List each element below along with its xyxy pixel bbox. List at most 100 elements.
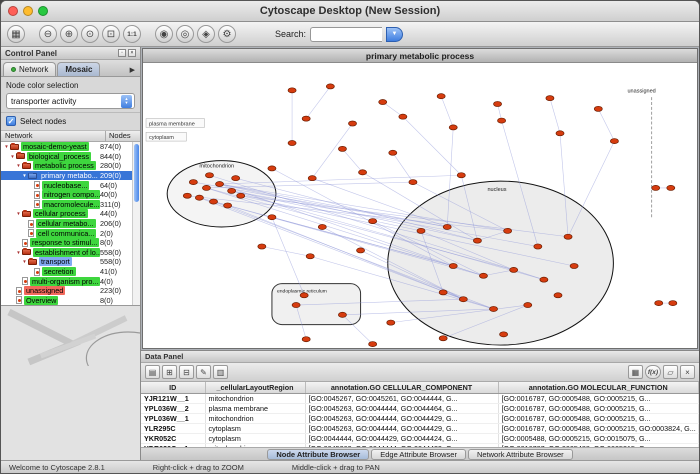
network-view-icon[interactable]: ◉ <box>155 25 173 43</box>
tree-item-transport[interactable]: ▼transport558(0) <box>1 257 132 267</box>
graph-node[interactable] <box>409 180 417 185</box>
graph-node[interactable] <box>510 267 518 272</box>
column-header-cellularlayoutregion[interactable]: _cellularLayoutRegion <box>205 382 305 393</box>
table-row[interactable]: YPL036W__2plasma membrane[GO:0045263, GO… <box>141 403 699 413</box>
network-frame-title[interactable]: primary metabolic process <box>143 49 697 63</box>
column-header-annotation-go-molecular-function[interactable]: annotation.GO MOLECULAR_FUNCTION <box>498 382 699 393</box>
table-row[interactable]: YJR121W__1mitochondrion[GO:0045267, GO:0… <box>141 393 699 403</box>
zoom-selected-icon[interactable]: ⊙ <box>81 25 99 43</box>
graph-node[interactable] <box>348 121 356 126</box>
graph-node[interactable] <box>546 96 554 101</box>
select-attributes-icon[interactable]: ▤ <box>145 365 160 379</box>
graph-node[interactable] <box>439 290 447 295</box>
graph-node[interactable] <box>216 181 224 186</box>
tree-item-cellular-metabo[interactable]: cellular metabo...206(0) <box>1 219 132 229</box>
column-header-annotation-go-cellular-component[interactable]: annotation.GO CELLULAR_COMPONENT <box>305 382 498 393</box>
graph-node[interactable] <box>524 303 532 308</box>
graph-node[interactable] <box>417 228 425 233</box>
graph-node[interactable] <box>202 185 210 190</box>
expander-icon[interactable]: ▼ <box>3 144 10 149</box>
graph-node[interactable] <box>288 140 296 145</box>
attribute-table[interactable]: ID_cellularLayoutRegionannotation.GO CEL… <box>141 382 699 447</box>
graph-node[interactable] <box>268 166 276 171</box>
expander-icon[interactable]: ▼ <box>21 259 28 264</box>
graph-node[interactable] <box>379 100 387 105</box>
float-panel-icon[interactable]: ▫ <box>118 49 126 57</box>
graph-node[interactable] <box>224 203 232 208</box>
graph-edge[interactable] <box>598 109 614 141</box>
tab-network-attribute-browser[interactable]: Network Attribute Browser <box>468 449 573 460</box>
graph-node[interactable] <box>500 332 508 337</box>
open-folder-icon[interactable]: ▱ <box>663 365 678 379</box>
graph-node[interactable] <box>667 185 675 190</box>
graph-node[interactable] <box>306 254 314 259</box>
save-session-icon[interactable]: ▦ <box>7 25 25 43</box>
tree-item-metabolic-process[interactable]: ▼metabolic process280(0) <box>1 161 132 171</box>
graph-node[interactable] <box>459 297 467 302</box>
graph-node[interactable] <box>399 114 407 119</box>
graph-edge[interactable] <box>312 124 352 179</box>
graph-node[interactable] <box>570 263 578 268</box>
minimize-window-button[interactable] <box>23 6 33 16</box>
graph-edge[interactable] <box>306 86 330 118</box>
search-dropdown-icon[interactable]: ▼ <box>386 27 403 42</box>
graph-edge[interactable] <box>550 98 560 133</box>
tree-item-cell-communica[interactable]: cell communica...2(0) <box>1 228 132 238</box>
tree-item-biological-process[interactable]: ▼biological_process844(0) <box>1 152 132 162</box>
graph-node[interactable] <box>473 238 481 243</box>
graph-node[interactable] <box>494 101 502 106</box>
graph-node[interactable] <box>479 273 487 278</box>
tree-scrollbar-thumb[interactable] <box>134 144 139 202</box>
graph-node[interactable] <box>338 146 346 151</box>
graph-node[interactable] <box>457 173 465 178</box>
tree-item-nucleobase[interactable]: nucleobase...64(0) <box>1 180 132 190</box>
graph-node[interactable] <box>652 185 660 190</box>
graph-node[interactable] <box>318 224 326 229</box>
graph-node[interactable] <box>205 173 213 178</box>
graph-node[interactable] <box>195 195 203 200</box>
graph-node[interactable] <box>437 94 445 99</box>
graph-node[interactable] <box>369 219 377 224</box>
maximize-window-button[interactable] <box>38 6 48 16</box>
graph-node[interactable] <box>556 131 564 136</box>
tree-item-nitrogen-compo[interactable]: nitrogen compo...40(0) <box>1 190 132 200</box>
tree-item-establishment-of-lo[interactable]: ▼establishment of lo...558(0) <box>1 248 132 258</box>
expander-icon[interactable]: ▼ <box>21 173 28 178</box>
graph-node[interactable] <box>389 150 397 155</box>
graph-node[interactable] <box>268 215 276 220</box>
graph-node[interactable] <box>300 293 308 298</box>
expander-icon[interactable]: ▼ <box>15 250 22 255</box>
select-nodes-checkbox[interactable]: ✓ <box>6 116 16 126</box>
graph-node[interactable] <box>554 293 562 298</box>
tree-item-primary-metabo[interactable]: ▼primary metabo...209(0) <box>1 171 132 181</box>
overview-icon[interactable]: ◎ <box>176 25 194 43</box>
graph-node[interactable] <box>387 320 395 325</box>
graph-node[interactable] <box>498 118 506 123</box>
tab-mosaic[interactable]: Mosaic <box>57 62 100 76</box>
import-attributes-icon[interactable]: ▥ <box>213 365 228 379</box>
matrix-view-icon[interactable]: ▦ <box>628 365 643 379</box>
settings-icon[interactable]: ⚙ <box>218 25 236 43</box>
tree-item-secretion[interactable]: secretion41(0) <box>1 267 132 277</box>
close-window-button[interactable] <box>8 6 18 16</box>
node-color-dropdown[interactable]: transporter activity ▲▼ <box>6 93 135 109</box>
graph-edge[interactable] <box>342 149 362 172</box>
graph-node[interactable] <box>308 176 316 181</box>
trash-icon[interactable]: × <box>680 365 695 379</box>
graph-node[interactable] <box>669 301 677 306</box>
rename-attribute-icon[interactable]: ✎ <box>196 365 211 379</box>
zoom-actual-size-icon[interactable]: 1:1 <box>123 25 141 43</box>
function-builder-button[interactable]: f(x) <box>645 365 661 379</box>
graph-node[interactable] <box>302 116 310 121</box>
table-row[interactable]: YLR295Ccytoplasm[GO:0045263, GO:0044444,… <box>141 423 699 433</box>
tab-edge-attribute-browser[interactable]: Edge Attribute Browser <box>371 449 466 460</box>
tree-scrollbar[interactable] <box>132 142 140 305</box>
tree-item-response-to-stimul[interactable]: response to stimul...8(0) <box>1 238 132 248</box>
tree-item-mosaic-demo-yeast[interactable]: ▼mosaic-demo-yeast874(0) <box>1 142 132 152</box>
tree-item-unassigned[interactable]: unassigned223(0) <box>1 286 132 296</box>
graph-node[interactable] <box>594 106 602 111</box>
graph-node[interactable] <box>183 193 191 198</box>
graph-node[interactable] <box>258 244 266 249</box>
tab-network[interactable]: Network <box>3 62 56 76</box>
graph-node[interactable] <box>189 180 197 185</box>
